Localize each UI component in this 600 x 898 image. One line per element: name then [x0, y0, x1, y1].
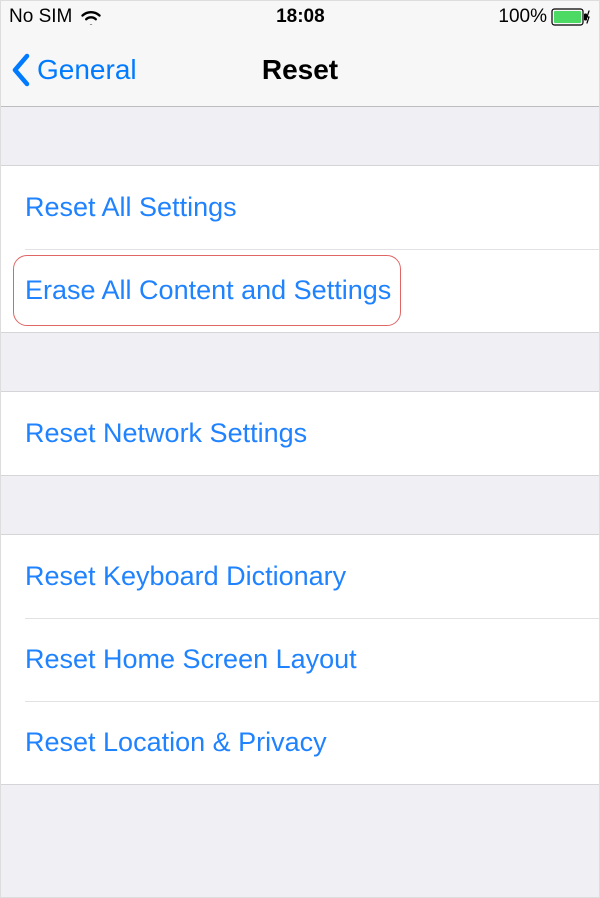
settings-group-1: Reset All Settings Erase All Content and…	[1, 166, 599, 333]
content: Reset All Settings Erase All Content and…	[1, 107, 599, 844]
wifi-icon	[80, 9, 102, 25]
settings-group-2: Reset Network Settings	[1, 392, 599, 476]
reset-all-settings[interactable]: Reset All Settings	[1, 166, 599, 249]
status-right: 100%	[498, 6, 591, 28]
carrier-text: No SIM	[9, 6, 72, 28]
group-spacer	[1, 785, 599, 844]
status-bar: No SIM 18:08 100%	[1, 1, 599, 33]
group-spacer	[1, 333, 599, 392]
back-button[interactable]: General	[11, 53, 137, 87]
cell-label: Reset Location & Privacy	[25, 727, 327, 758]
cell-label: Reset Network Settings	[25, 418, 307, 449]
settings-group-3: Reset Keyboard Dictionary Reset Home Scr…	[1, 535, 599, 785]
back-label: General	[37, 54, 137, 86]
status-time: 18:08	[276, 6, 325, 28]
reset-network-settings[interactable]: Reset Network Settings	[1, 392, 599, 475]
reset-home-screen-layout[interactable]: Reset Home Screen Layout	[1, 618, 599, 701]
battery-icon	[551, 8, 591, 26]
status-left: No SIM	[9, 6, 102, 28]
group-spacer	[1, 107, 599, 166]
cell-label: Erase All Content and Settings	[25, 275, 391, 306]
battery-pct: 100%	[498, 6, 547, 28]
group-spacer	[1, 476, 599, 535]
nav-bar: General Reset	[1, 33, 599, 107]
chevron-left-icon	[11, 53, 31, 87]
page-title: Reset	[262, 54, 338, 86]
cell-label: Reset Keyboard Dictionary	[25, 561, 346, 592]
cell-label: Reset Home Screen Layout	[25, 644, 357, 675]
erase-all-content-and-settings[interactable]: Erase All Content and Settings	[1, 249, 599, 332]
reset-keyboard-dictionary[interactable]: Reset Keyboard Dictionary	[1, 535, 599, 618]
reset-location-and-privacy[interactable]: Reset Location & Privacy	[1, 701, 599, 784]
cell-label: Reset All Settings	[25, 192, 237, 223]
